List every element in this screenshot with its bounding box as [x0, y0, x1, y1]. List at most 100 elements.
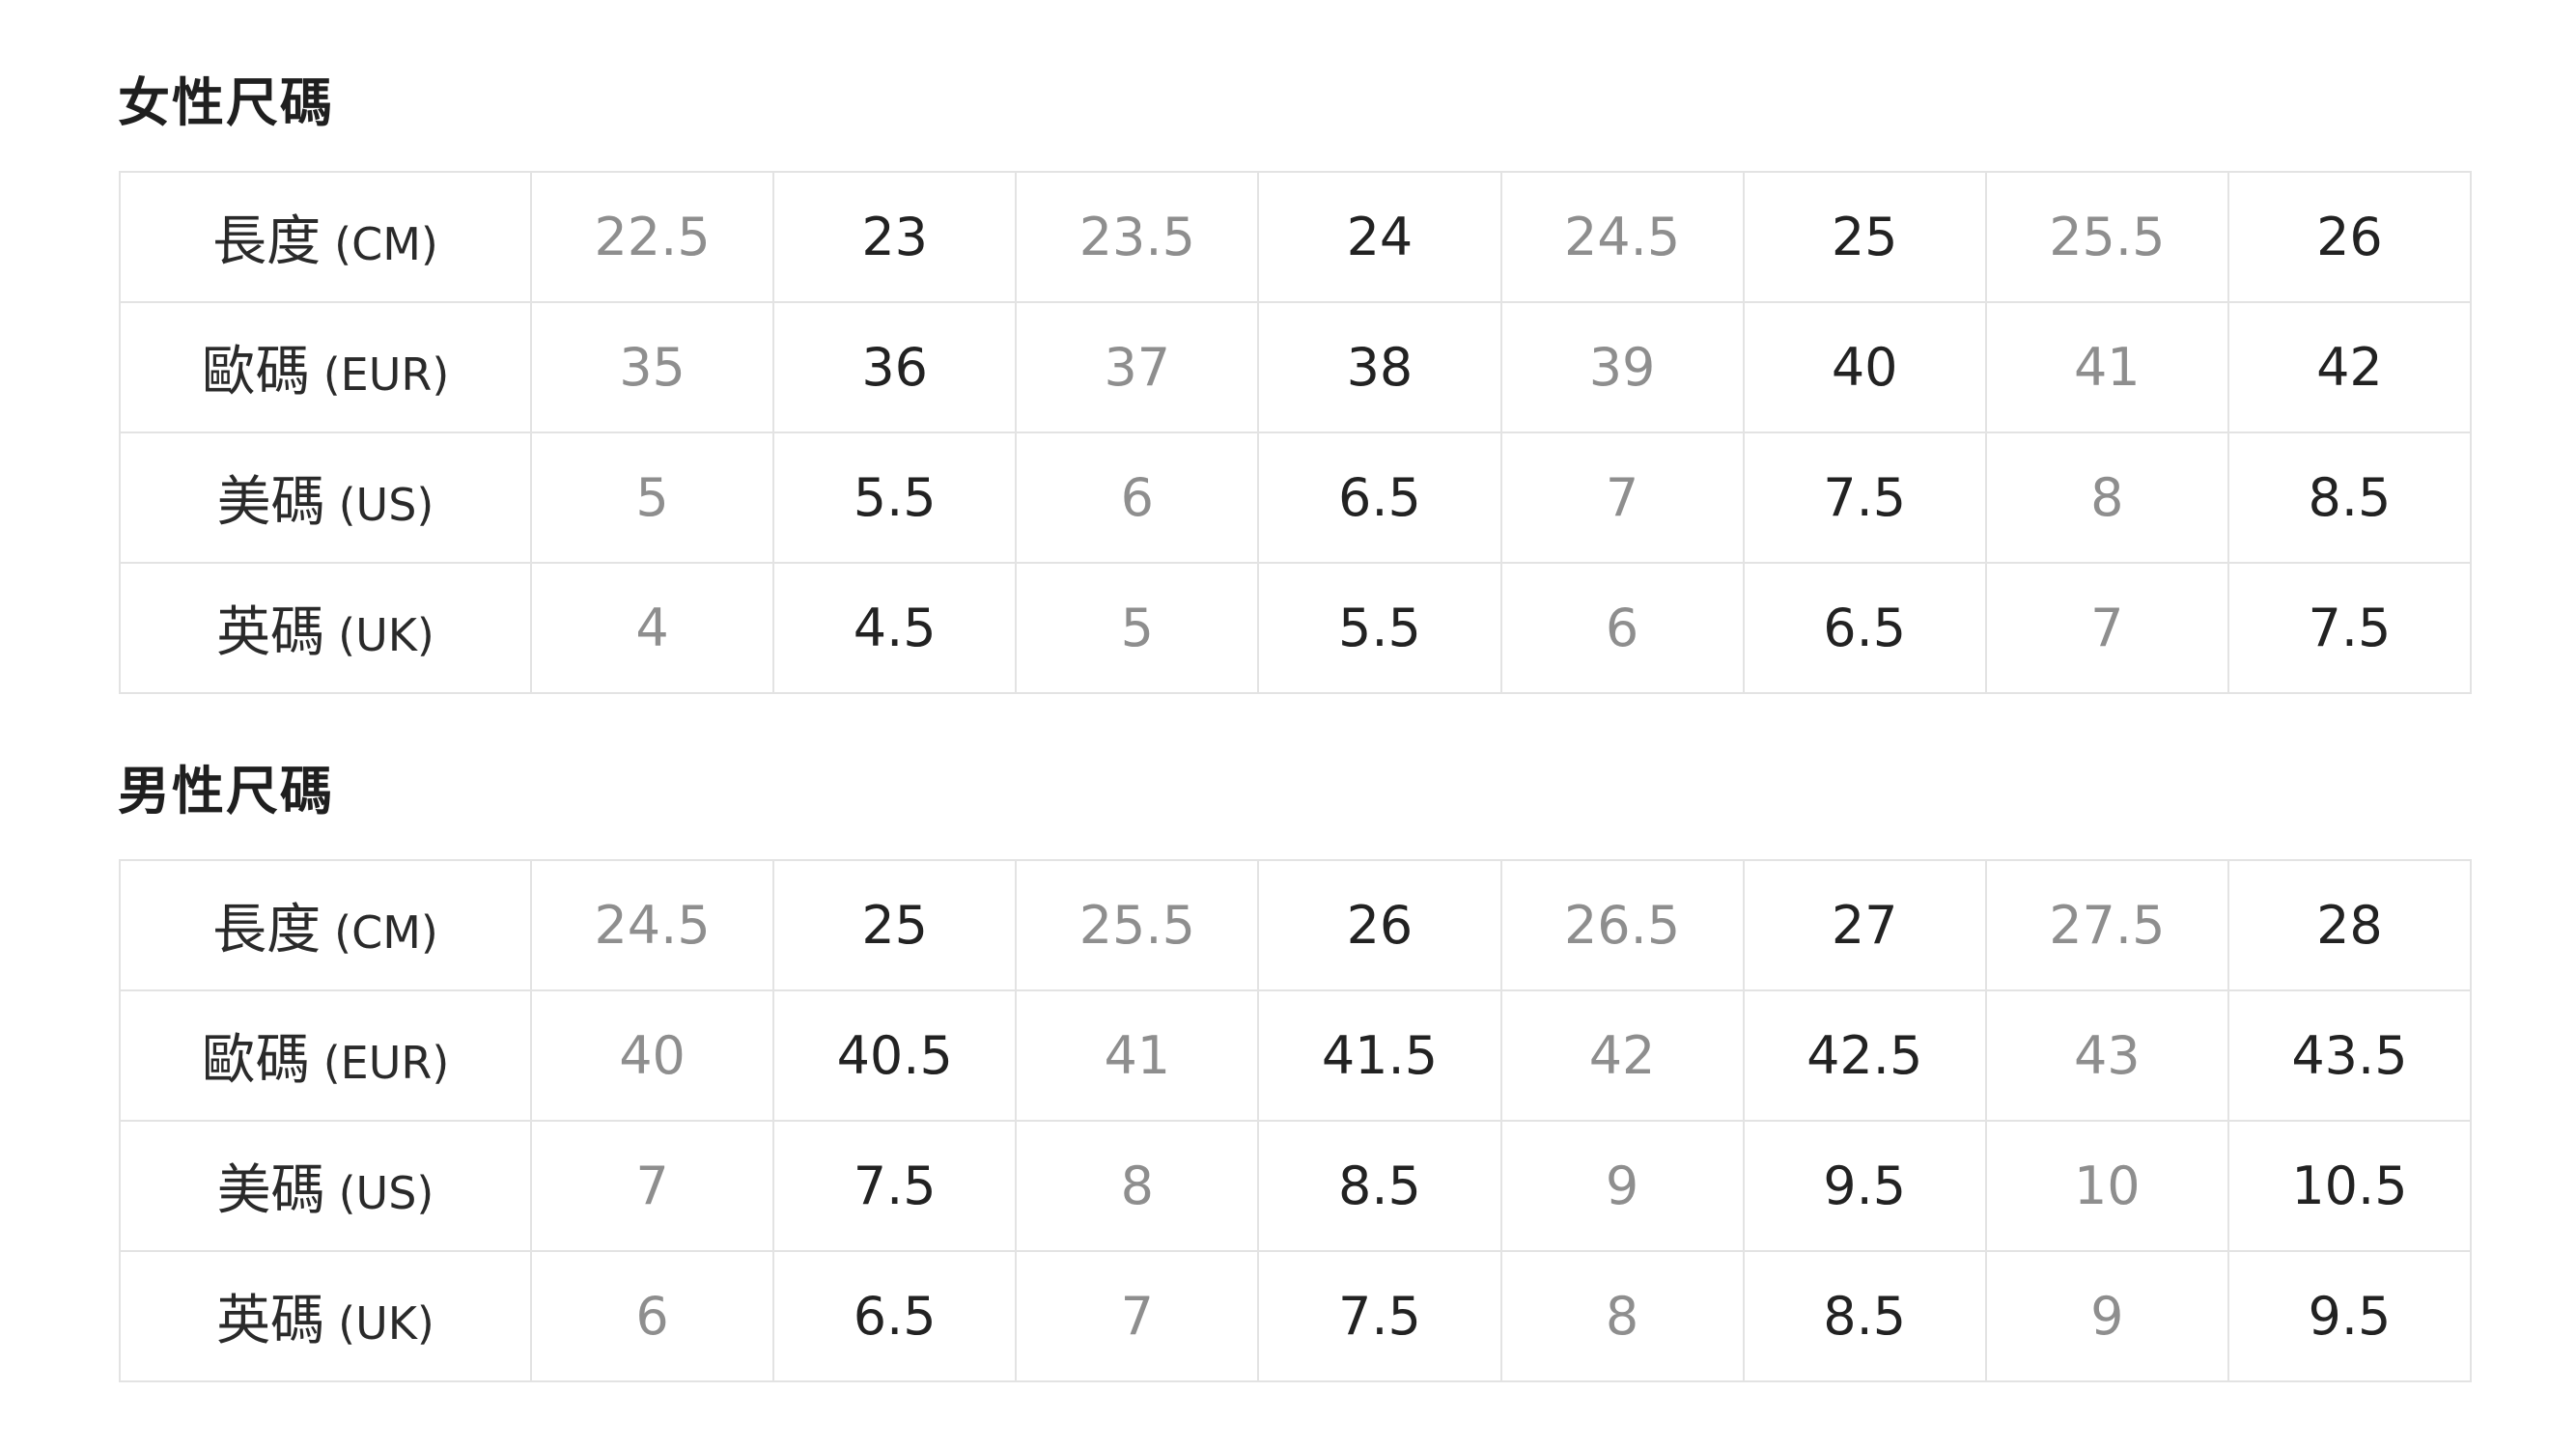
size-cell: 26 [1257, 859, 1502, 991]
size-cell: 6 [1499, 562, 1745, 694]
size-cell: 22.5 [529, 171, 775, 303]
row-label: 長度 [212, 210, 322, 273]
row-label: 歐碼 [201, 1029, 310, 1092]
size-cell: 6.5 [1257, 432, 1502, 564]
row-header: 英碼 (UK) [119, 562, 532, 694]
row-label: 英碼 [216, 1290, 325, 1352]
row-unit: (US) [338, 1167, 434, 1219]
size-cell: 6 [529, 1250, 775, 1382]
size-cell: 7 [1015, 1250, 1260, 1382]
size-cell: 10.5 [2226, 1120, 2473, 1252]
size-cell: 7.5 [1257, 1250, 1502, 1382]
size-cell: 26 [2226, 171, 2473, 303]
table-row: 長度 (CM) 24.5 25 25.5 26 26.5 27 27.5 28 [119, 859, 2473, 991]
size-cell: 27 [1742, 859, 1987, 991]
row-unit: (CM) [334, 218, 438, 270]
size-cell: 8.5 [1257, 1120, 1502, 1252]
size-cell: 27.5 [1984, 859, 2229, 991]
row-unit: (CM) [334, 906, 438, 959]
table-row: 英碼 (UK) 4 4.5 5 5.5 6 6.5 7 7.5 [119, 562, 2473, 694]
size-cell: 42.5 [1742, 989, 1987, 1122]
women-size-table: 長度 (CM) 22.5 23 23.5 24 24.5 25 25.5 26 歐碼 (EUR) 35 3… [119, 171, 2473, 694]
size-cell: 43 [1984, 989, 2229, 1122]
row-header: 歐碼 (EUR) [119, 989, 532, 1122]
row-label: 美碼 [216, 471, 325, 534]
size-cell: 7 [529, 1120, 775, 1252]
size-cell: 5.5 [772, 432, 1018, 564]
size-cell: 24.5 [529, 859, 775, 991]
row-unit: (UK) [338, 1297, 434, 1350]
row-unit: (EUR) [322, 1037, 450, 1089]
size-cell: 40.5 [772, 989, 1018, 1122]
size-cell: 7.5 [1742, 432, 1987, 564]
size-cell: 8.5 [2226, 432, 2473, 564]
row-header: 長度 (CM) [119, 171, 532, 303]
size-cell: 35 [529, 301, 775, 433]
size-cell: 25.5 [1984, 171, 2229, 303]
size-cell: 23.5 [1015, 171, 1260, 303]
size-cell: 9 [1984, 1250, 2229, 1382]
size-cell: 25 [1742, 171, 1987, 303]
row-header: 英碼 (UK) [119, 1250, 532, 1382]
size-cell: 39 [1499, 301, 1745, 433]
size-cell: 26.5 [1499, 859, 1745, 991]
size-cell: 10 [1984, 1120, 2229, 1252]
size-cell: 6.5 [772, 1250, 1018, 1382]
size-cell: 41 [1984, 301, 2229, 433]
row-label: 美碼 [216, 1159, 325, 1222]
table-row: 美碼 (US) 7 7.5 8 8.5 9 9.5 10 10.5 [119, 1120, 2473, 1252]
size-cell: 5.5 [1257, 562, 1502, 694]
row-label: 長度 [212, 899, 322, 961]
size-cell: 38 [1257, 301, 1502, 433]
size-cell: 42 [1499, 989, 1745, 1122]
size-cell: 24 [1257, 171, 1502, 303]
row-label: 英碼 [216, 601, 325, 664]
row-unit: (US) [338, 479, 434, 531]
size-cell: 9 [1499, 1120, 1745, 1252]
table-row: 歐碼 (EUR) 40 40.5 41 41.5 42 42.5 43 43.5 [119, 989, 2473, 1122]
size-cell: 40 [1742, 301, 1987, 433]
size-cell: 5 [1015, 562, 1260, 694]
size-cell: 5 [529, 432, 775, 564]
size-cell: 25.5 [1015, 859, 1260, 991]
size-cell: 23 [772, 171, 1018, 303]
row-unit: (EUR) [322, 348, 450, 401]
row-unit: (UK) [338, 609, 434, 661]
men-size-title: 男性尺碼 [118, 761, 334, 821]
women-size-title: 女性尺碼 [118, 72, 334, 133]
size-cell: 7 [1499, 432, 1745, 564]
size-cell: 36 [772, 301, 1018, 433]
size-cell: 9.5 [1742, 1120, 1987, 1252]
size-cell: 4 [529, 562, 775, 694]
size-cell: 6.5 [1742, 562, 1987, 694]
size-cell: 8.5 [1742, 1250, 1987, 1382]
size-cell: 8 [1015, 1120, 1260, 1252]
row-header: 美碼 (US) [119, 432, 532, 564]
size-cell: 8 [1984, 432, 2229, 564]
size-cell: 7 [1984, 562, 2229, 694]
size-cell: 6 [1015, 432, 1260, 564]
table-row: 歐碼 (EUR) 35 36 37 38 39 40 41 42 [119, 301, 2473, 433]
size-cell: 42 [2226, 301, 2473, 433]
size-cell: 41.5 [1257, 989, 1502, 1122]
table-row: 英碼 (UK) 6 6.5 7 7.5 8 8.5 9 9.5 [119, 1250, 2473, 1382]
size-cell: 28 [2226, 859, 2473, 991]
size-cell: 7.5 [772, 1120, 1018, 1252]
size-cell: 40 [529, 989, 775, 1122]
men-size-table: 長度 (CM) 24.5 25 25.5 26 26.5 27 27.5 28 歐碼 (EUR) 40 4… [119, 859, 2473, 1382]
table-row: 美碼 (US) 5 5.5 6 6.5 7 7.5 8 8.5 [119, 432, 2473, 564]
size-cell: 8 [1499, 1250, 1745, 1382]
row-header: 歐碼 (EUR) [119, 301, 532, 433]
row-header: 長度 (CM) [119, 859, 532, 991]
size-cell: 37 [1015, 301, 1260, 433]
table-row: 長度 (CM) 22.5 23 23.5 24 24.5 25 25.5 26 [119, 171, 2473, 303]
size-cell: 7.5 [2226, 562, 2473, 694]
row-label: 歐碼 [201, 341, 310, 404]
size-cell: 9.5 [2226, 1250, 2473, 1382]
size-cell: 41 [1015, 989, 1260, 1122]
size-cell: 25 [772, 859, 1018, 991]
size-cell: 24.5 [1499, 171, 1745, 303]
row-header: 美碼 (US) [119, 1120, 532, 1252]
size-cell: 43.5 [2226, 989, 2473, 1122]
size-cell: 4.5 [772, 562, 1018, 694]
